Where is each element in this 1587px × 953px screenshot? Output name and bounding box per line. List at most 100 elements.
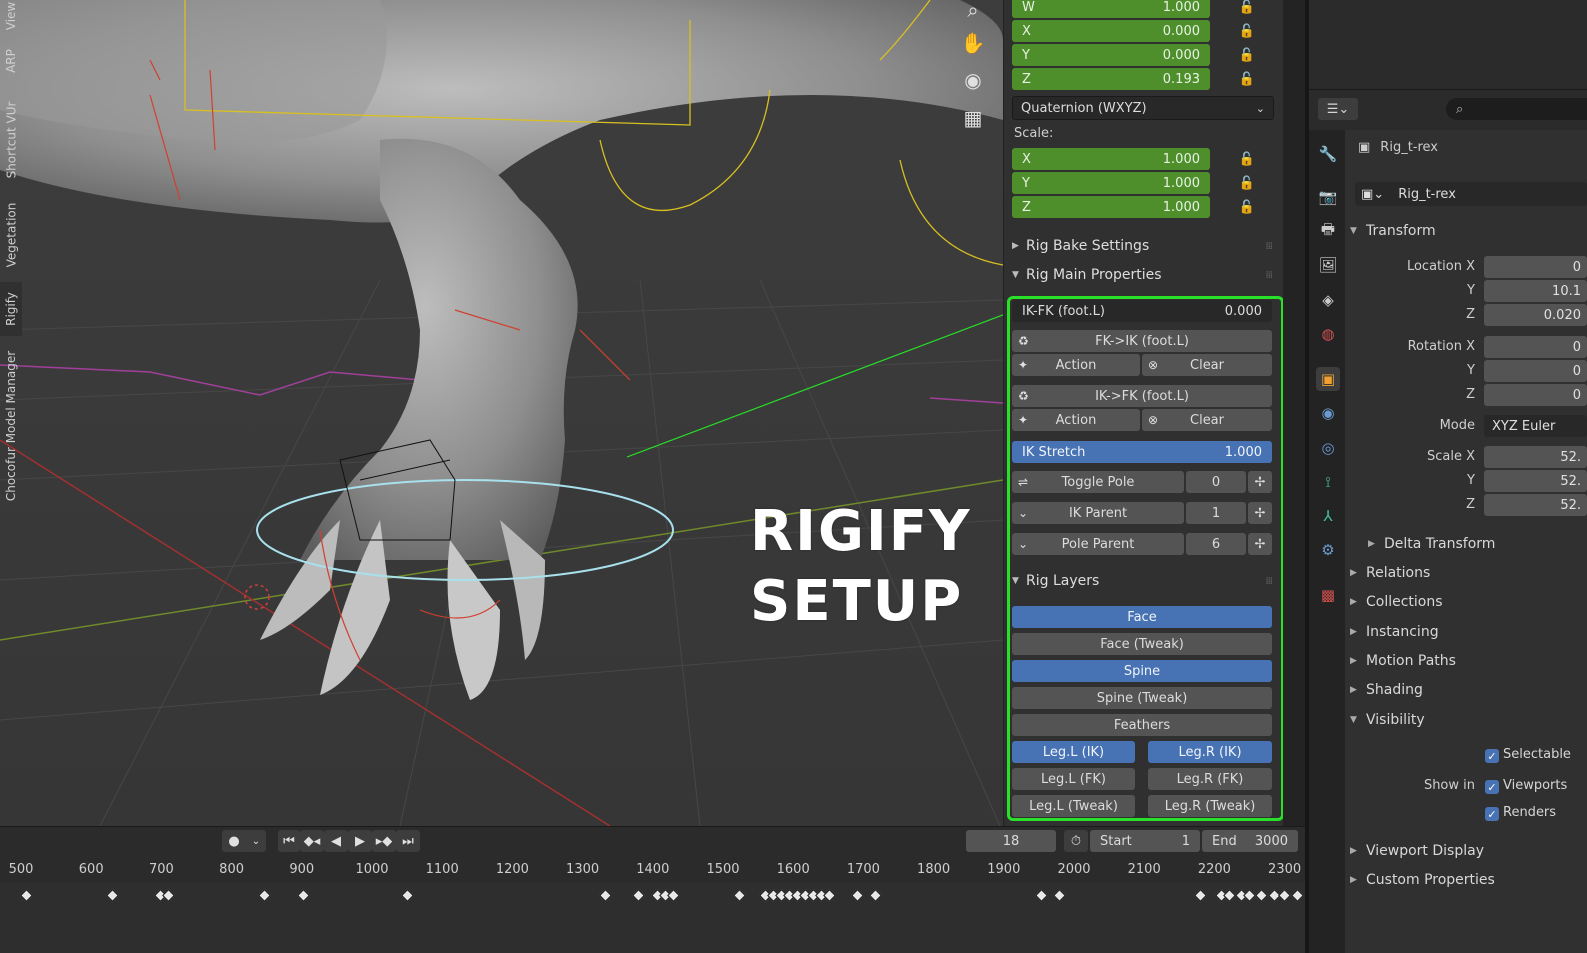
lock-icon[interactable]: 🔓 <box>1238 150 1256 168</box>
tab-rigify[interactable]: Rigify <box>0 282 22 336</box>
render-tab-icon[interactable]: 📷 <box>1316 185 1340 209</box>
rotation-x-prop-field[interactable]: 0 <box>1484 336 1587 358</box>
play-reverse-icon[interactable]: ◀ <box>324 830 348 852</box>
panel-viewport-display[interactable]: ▶ Viewport Display <box>1350 838 1587 864</box>
panel-delta-transform[interactable]: ▶ Delta Transform <box>1368 531 1587 557</box>
lock-icon[interactable]: 🔓 <box>1238 46 1256 64</box>
constraints-tab-icon[interactable]: ⟟ <box>1316 470 1340 494</box>
drag-handle-icon[interactable]: ⁞⁞⁞ <box>1265 241 1272 252</box>
scene-tab-icon[interactable]: ◈ <box>1316 288 1340 312</box>
3d-viewport[interactable]: ⌕ ✋ ◉ ▦ RIGIFY SETUP <box>0 0 1003 826</box>
drag-handle-icon[interactable]: ⁞⁞⁞ <box>1265 576 1272 587</box>
view-layer-tab-icon[interactable]: 🖼 <box>1316 253 1340 277</box>
scale-y-prop-field[interactable]: 52. <box>1484 470 1587 492</box>
tool-tab-icon[interactable]: 🔧 <box>1316 142 1340 166</box>
snap-cursor-icon[interactable]: ✢ <box>1248 533 1272 555</box>
panel-relations[interactable]: ▶ Relations <box>1350 560 1587 586</box>
ik-parent-dropdown[interactable]: ⌄ IK Parent <box>1012 502 1184 524</box>
jump-end-icon[interactable]: ⏭ <box>396 830 420 852</box>
panel-visibility[interactable]: ▼ Visibility <box>1350 707 1587 733</box>
scale-z-prop-field[interactable]: 52. <box>1484 494 1587 516</box>
layer-feathers-toggle[interactable]: Feathers <box>1012 714 1272 736</box>
toggle-pole-field[interactable]: ⇌ Toggle Pole <box>1012 471 1184 493</box>
object-name-field[interactable]: ▣⌄ Rig_t-rex <box>1355 182 1587 206</box>
layer-leg-l-ik-toggle[interactable]: Leg.L (IK) <box>1012 741 1135 763</box>
rotation-w-field[interactable]: W 1.000 <box>1012 0 1210 18</box>
next-keyframe-icon[interactable]: ▸◆ <box>372 830 396 852</box>
stopwatch-icon[interactable]: ⏱ <box>1064 830 1088 852</box>
rotation-y-prop-field[interactable]: 0 <box>1484 360 1587 382</box>
layer-spine-tweak-toggle[interactable]: Spine (Tweak) <box>1012 687 1272 709</box>
panel-rig-bake-settings[interactable]: ▶ Rig Bake Settings ⁞⁞⁞ <box>1008 233 1278 259</box>
jump-start-icon[interactable]: ⏮ <box>278 830 300 852</box>
layer-leg-r-ik-toggle[interactable]: Leg.R (IK) <box>1148 741 1272 763</box>
layer-leg-r-fk-toggle[interactable]: Leg.R (FK) <box>1148 768 1272 790</box>
scale-y-field[interactable]: Y 1.000 <box>1012 172 1210 194</box>
layer-leg-l-tweak-toggle[interactable]: Leg.L (Tweak) <box>1012 795 1135 817</box>
panel-motion-paths[interactable]: ▶ Motion Paths <box>1350 648 1587 674</box>
end-frame-field[interactable]: End 3000 <box>1202 830 1298 852</box>
bone-tab-icon[interactable]: ⚙ <box>1316 538 1340 562</box>
lock-icon[interactable]: 🔓 <box>1238 70 1256 88</box>
object-tab-icon[interactable]: ▣ <box>1316 367 1340 391</box>
ik-to-fk-clear-button[interactable]: ⊗ Clear <box>1142 409 1272 431</box>
modifiers-tab-icon[interactable]: ◉ <box>1316 401 1340 425</box>
ik-parent-value[interactable]: 1 <box>1186 502 1246 524</box>
panel-shading[interactable]: ▶ Shading <box>1350 677 1587 703</box>
tab-chocofur-model-manager[interactable]: Chocofur Model Manager <box>0 343 22 508</box>
tab-shortcut-vur[interactable]: Shortcut VUr <box>0 92 22 187</box>
ik-to-fk-action-button[interactable]: ✦ Action <box>1012 409 1140 431</box>
world-tab-icon[interactable]: ◍ <box>1316 322 1340 346</box>
armature-data-tab-icon[interactable]: ⅄ <box>1316 504 1340 528</box>
rotation-mode-dropdown[interactable]: Quaternion (WXYZ) ⌄ <box>1012 96 1274 120</box>
current-frame-field[interactable]: 18 <box>966 830 1056 852</box>
scale-z-field[interactable]: Z 1.000 <box>1012 196 1210 218</box>
location-y-field[interactable]: 10.1 <box>1484 280 1587 302</box>
chevron-down-icon[interactable]: ⌄ <box>246 830 266 852</box>
search-icon[interactable]: ⌕ <box>1446 98 1587 120</box>
start-frame-field[interactable]: Start 1 <box>1090 830 1200 852</box>
location-x-field[interactable]: 0 <box>1484 256 1587 278</box>
panel-instancing[interactable]: ▶ Instancing <box>1350 619 1587 645</box>
ik-fk-slider[interactable]: IK-FK (foot.L) 0.000 <box>1012 300 1272 322</box>
viewports-checkbox[interactable]: ✓ <box>1485 780 1499 794</box>
snap-cursor-icon[interactable]: ✢ <box>1248 502 1272 524</box>
grid-icon[interactable]: ▦ <box>956 103 990 133</box>
panel-rig-main-properties[interactable]: ▼ Rig Main Properties ⁞⁞⁞ <box>1008 262 1278 288</box>
ik-to-fk-button[interactable]: ♻ IK->FK (foot.L) <box>1012 385 1272 407</box>
physics-tab-icon[interactable]: ◎ <box>1316 436 1340 460</box>
output-tab-icon[interactable]: 🖶 <box>1316 219 1340 243</box>
snap-cursor-icon[interactable]: ✢ <box>1248 471 1272 493</box>
panel-custom-properties[interactable]: ▶ Custom Properties <box>1350 867 1587 893</box>
renders-checkbox[interactable]: ✓ <box>1485 807 1499 821</box>
lock-icon[interactable]: 🔓 <box>1238 174 1256 192</box>
rotation-mode-select[interactable]: XYZ Euler <box>1484 415 1587 437</box>
camera-icon[interactable]: ◉ <box>956 65 990 95</box>
tab-vegetation[interactable]: Vegetation <box>0 194 22 276</box>
prev-keyframe-icon[interactable]: ◆◂ <box>300 830 324 852</box>
layer-leg-r-tweak-toggle[interactable]: Leg.R (Tweak) <box>1148 795 1272 817</box>
location-z-field[interactable]: 0.020 <box>1484 304 1587 326</box>
ik-stretch-slider[interactable]: IK Stretch 1.000 <box>1012 441 1272 463</box>
editor-type-icon[interactable]: ☰⌄ <box>1318 98 1358 120</box>
toggle-pole-value[interactable]: 0 <box>1186 471 1246 493</box>
selectable-checkbox[interactable]: ✓ <box>1485 749 1499 763</box>
pole-parent-value[interactable]: 6 <box>1186 533 1246 555</box>
hand-pan-icon[interactable]: ✋ <box>956 28 990 58</box>
rotation-x-field[interactable]: X 0.000 <box>1012 20 1210 42</box>
zoom-icon[interactable]: ⌕ <box>956 0 990 25</box>
layer-leg-l-fk-toggle[interactable]: Leg.L (FK) <box>1012 768 1135 790</box>
lock-icon[interactable]: 🔓 <box>1238 0 1256 16</box>
fk-to-ik-button[interactable]: ♻ FK->IK (foot.L) <box>1012 330 1272 352</box>
play-icon[interactable]: ▶ <box>348 830 372 852</box>
scale-x-field[interactable]: X 1.000 <box>1012 148 1210 170</box>
tab-arp[interactable]: ARP <box>0 38 22 83</box>
layer-face-tweak-toggle[interactable]: Face (Tweak) <box>1012 633 1272 655</box>
rotation-z-prop-field[interactable]: 0 <box>1484 384 1587 406</box>
panel-collections[interactable]: ▶ Collections <box>1350 589 1587 615</box>
rotation-z-field[interactable]: Z 0.193 <box>1012 68 1210 90</box>
drag-handle-icon[interactable]: ⁞⁞⁞ <box>1265 270 1272 281</box>
texture-tab-icon[interactable]: ▩ <box>1316 583 1340 607</box>
layer-spine-toggle[interactable]: Spine <box>1012 660 1272 682</box>
scale-x-prop-field[interactable]: 52. <box>1484 446 1587 468</box>
